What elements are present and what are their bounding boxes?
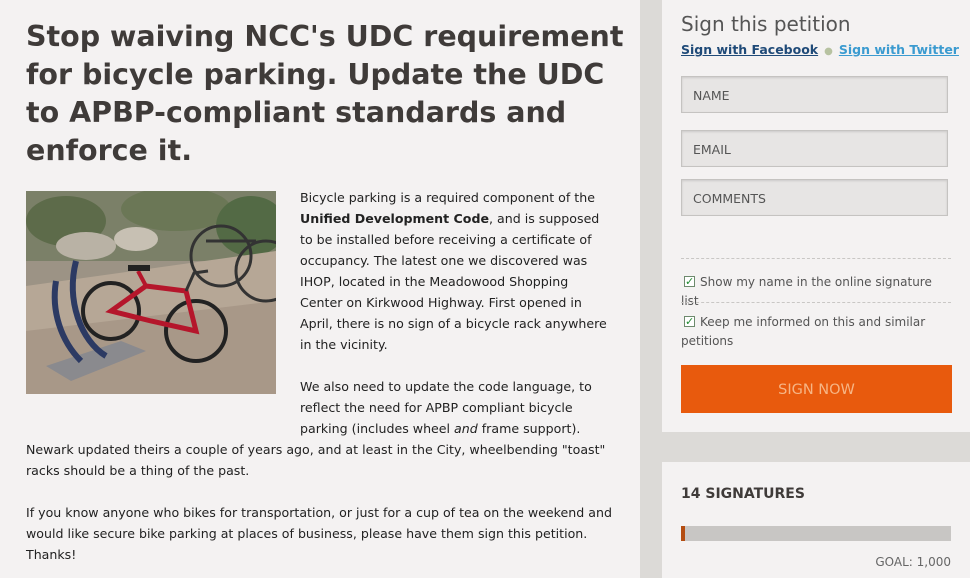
separator-dot-icon: ● xyxy=(824,46,833,57)
share-paragraph: If you know anyone who bikes for transpo… xyxy=(26,505,612,562)
sign-with-facebook-link[interactable]: Sign with Facebook xyxy=(681,42,818,57)
signature-goal: GOAL: 1,000 xyxy=(875,555,951,569)
update-paragraph: We also need to update the code language… xyxy=(300,376,612,439)
options-divider xyxy=(681,302,951,303)
sign-now-button[interactable]: SIGN NOW xyxy=(681,365,952,413)
bike-rack-image xyxy=(26,191,276,394)
newark-paragraph: Newark updated theirs a couple of years … xyxy=(26,442,606,478)
sign-with-twitter-link[interactable]: Sign with Twitter xyxy=(839,42,959,57)
email-field[interactable]: EMAIL xyxy=(681,130,948,167)
keep-informed-label: Keep me informed on this and similar pet… xyxy=(681,315,926,348)
signature-progress-fill xyxy=(681,526,685,541)
keep-informed-option[interactable]: Keep me informed on this and similar pet… xyxy=(681,312,951,351)
name-field[interactable]: NAME xyxy=(681,76,948,113)
update-text-italic: and xyxy=(454,421,478,436)
signature-count: 14 SIGNATURES xyxy=(681,486,805,502)
sign-panel-title: Sign this petition xyxy=(681,12,851,36)
petition-main: Stop waiving NCC's UDC requirement for b… xyxy=(0,0,640,578)
bike-rack-photo xyxy=(26,191,276,394)
intro-paragraph: Bicycle parking is a required component … xyxy=(300,187,612,355)
petition-title: Stop waiving NCC's UDC requirement for b… xyxy=(26,20,624,167)
udc-term: Unified Development Code xyxy=(300,211,489,226)
show-name-option[interactable]: Show my name in the online signature lis… xyxy=(681,272,951,311)
signatures-panel: 14 SIGNATURES GOAL: 1,000 xyxy=(662,462,970,578)
show-name-label: Show my name in the online signature lis… xyxy=(681,275,932,308)
intro-text-end: , and is supposed to be installed before… xyxy=(300,211,607,352)
comments-field[interactable]: COMMENTS xyxy=(681,179,948,216)
social-sign-links: Sign with Facebook ● Sign with Twitter xyxy=(681,42,959,57)
signature-progress-bar xyxy=(681,526,951,541)
intro-text-start: Bicycle parking is a required component … xyxy=(300,190,595,205)
keep-informed-checkbox[interactable] xyxy=(684,312,695,331)
sign-petition-panel: Sign this petition Sign with Facebook ● Si… xyxy=(662,0,970,432)
form-divider xyxy=(681,258,951,259)
show-name-checkbox[interactable] xyxy=(684,272,695,291)
update-text-end: frame support). xyxy=(477,421,581,436)
